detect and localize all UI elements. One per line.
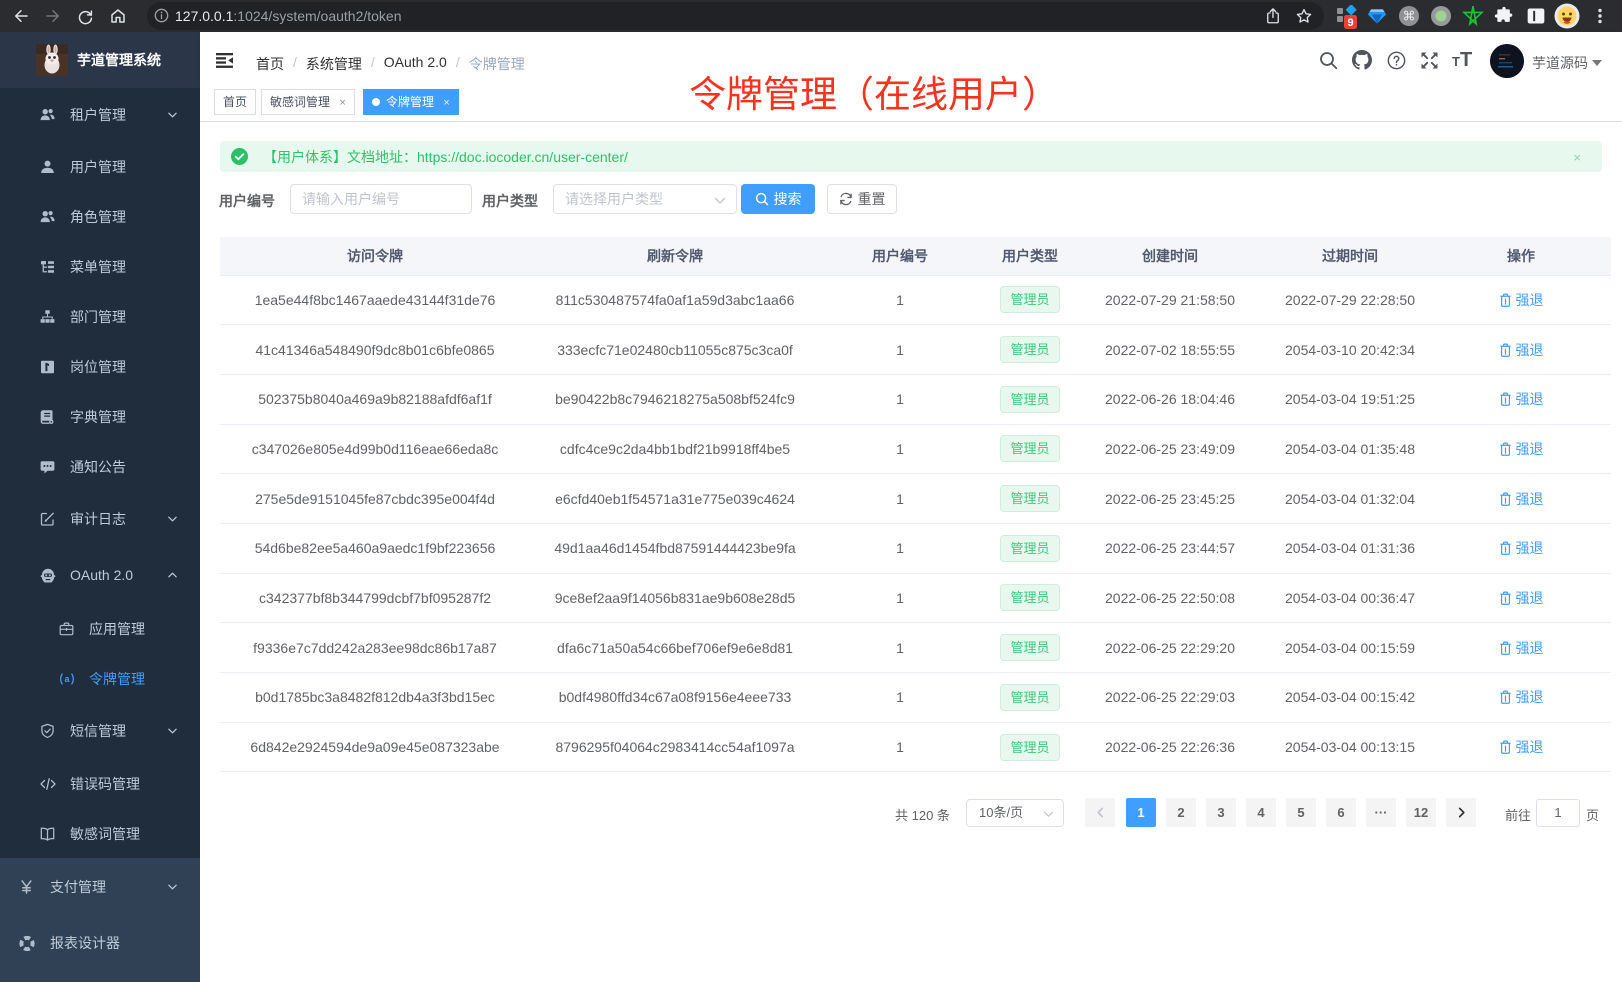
svg-text:⌘: ⌘ (1403, 9, 1416, 24)
svg-text:9: 9 (1347, 17, 1353, 29)
svg-text:a: a (64, 674, 70, 684)
